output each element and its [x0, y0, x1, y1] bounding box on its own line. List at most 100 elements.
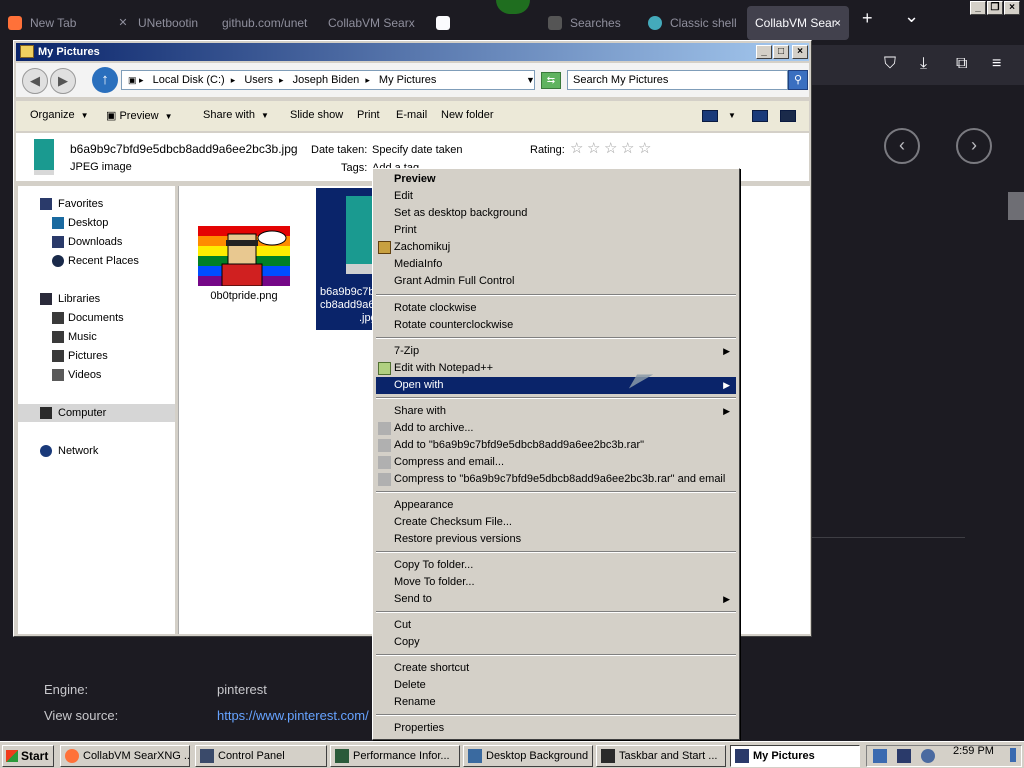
close-button[interactable]: × — [792, 45, 808, 59]
sidebar-item-network[interactable]: Network — [58, 445, 98, 457]
menu-item-compress-rar-email[interactable]: Compress to "b6a9b9c7bfd9e5dbcb8add9a6ee… — [376, 471, 736, 488]
preview-button[interactable]: ▣ Preview ▼ — [106, 109, 173, 122]
menu-item-checksum[interactable]: Create Checksum File... — [376, 514, 736, 531]
menu-item-zachomikuj[interactable]: Zachomikuj — [376, 239, 736, 256]
menu-item-grant-admin[interactable]: Grant Admin Full Control — [376, 273, 736, 290]
slide-show-button[interactable]: Slide show — [290, 109, 343, 121]
browser-tab[interactable]: Classic shell — [640, 6, 742, 40]
menu-item-properties[interactable]: Properties — [376, 720, 736, 737]
views-dropdown-icon[interactable]: ▼ — [728, 109, 736, 121]
crumb-my-pictures[interactable]: My Pictures — [379, 74, 436, 86]
taskbar-item-my-pictures[interactable]: My Pictures — [730, 745, 860, 767]
browser-tab[interactable]: Searches — [540, 6, 640, 40]
menu-item-mediainfo[interactable]: MediaInfo — [376, 256, 736, 273]
menu-item-rename[interactable]: Rename — [376, 694, 736, 711]
menu-item-restore-versions[interactable]: Restore previous versions — [376, 531, 736, 548]
menu-item-cut[interactable]: Cut — [376, 617, 736, 634]
email-button[interactable]: E-mail — [396, 109, 427, 121]
source-link[interactable]: https://www.pinterest.com/ — [217, 708, 369, 723]
tab-list-button[interactable]: ⌄ — [904, 6, 919, 27]
sidebar-item-videos[interactable]: Videos — [68, 369, 101, 381]
print-button[interactable]: Print — [357, 109, 380, 121]
download-icon[interactable]: ⤓ — [920, 55, 927, 73]
minimize-button[interactable]: _ — [756, 45, 772, 59]
menu-item-copy[interactable]: Copy — [376, 634, 736, 651]
menu-item-add-to-rar[interactable]: Add to "b6a9b9c7bfd9e5dbcb8add9a6ee2bc3b… — [376, 437, 736, 454]
menu-item-create-shortcut[interactable]: Create shortcut — [376, 660, 736, 677]
menu-item-7zip[interactable]: 7-Zip ▶ — [376, 343, 736, 360]
address-input[interactable]: ▣ ▸ Local Disk (C:) ▸ Users ▸ Joseph Biden… — [121, 70, 535, 90]
restore-browser-button[interactable]: ❐ — [987, 1, 1003, 15]
browser-tab-active[interactable]: CollabVM Sear × — [747, 6, 849, 40]
clock[interactable]: 2:59 PM — [953, 745, 994, 757]
close-browser-button[interactable]: × — [1004, 1, 1020, 15]
search-input[interactable]: Search My Pictures — [567, 70, 788, 90]
crumb-users[interactable]: Users — [244, 74, 273, 86]
window-titlebar[interactable]: My Pictures _ □ × — [16, 43, 809, 61]
new-folder-button[interactable]: New folder — [441, 109, 494, 121]
browser-tab[interactable]: ✕ UNetbootin — [108, 6, 208, 40]
menu-item-appearance[interactable]: Appearance — [376, 497, 736, 514]
rating-star-icon[interactable]: ☆ — [570, 139, 583, 157]
menu-item-rotate-cw[interactable]: Rotate clockwise — [376, 300, 736, 317]
menu-item-print[interactable]: Print — [376, 222, 736, 239]
menu-item-open-with[interactable]: Open with ▶ — [376, 377, 736, 394]
sidebar-item-desktop[interactable]: Desktop — [68, 217, 108, 229]
up-button[interactable]: ↑ — [92, 67, 118, 93]
menu-item-rotate-ccw[interactable]: Rotate counterclockwise — [376, 317, 736, 334]
menu-item-share-with[interactable]: Share with ▶ — [376, 403, 736, 420]
menu-item-set-desktop-background[interactable]: Set as desktop background — [376, 205, 736, 222]
help-icon[interactable] — [780, 110, 796, 122]
menu-item-preview[interactable]: Preview — [376, 171, 736, 188]
file-item-pride[interactable] — [198, 226, 290, 287]
crumb-user[interactable]: Joseph Biden — [293, 74, 360, 86]
minimize-browser-button[interactable]: _ — [970, 1, 986, 15]
search-icon[interactable]: ⚲ — [788, 70, 808, 90]
sidebar-item-favorites[interactable]: Favorites — [58, 198, 103, 210]
sidebar-item-computer[interactable]: Computer — [58, 407, 106, 419]
file-item-selected[interactable]: b6a9b9c7b cb8add9a6 .jpg — [316, 188, 378, 330]
menu-item-move-to-folder[interactable]: Move To folder... — [376, 574, 736, 591]
share-with-button[interactable]: Share with ▼ — [203, 109, 269, 121]
sidebar-item-recent[interactable]: Recent Places — [68, 255, 139, 267]
menu-item-copy-to-folder[interactable]: Copy To folder... — [376, 557, 736, 574]
display-tray-icon[interactable] — [897, 749, 911, 763]
rating-star-icon[interactable]: ☆ — [604, 139, 617, 157]
sidebar-item-downloads[interactable]: Downloads — [68, 236, 122, 248]
taskbar-item-browser[interactable]: CollabVM SearXNG ... — [60, 745, 190, 767]
volume-tray-icon[interactable] — [921, 749, 935, 763]
taskbar-item-control-panel[interactable]: Control Panel — [195, 745, 327, 767]
organize-button[interactable]: Organize ▼ — [30, 109, 89, 121]
next-image-button[interactable]: › — [956, 128, 992, 164]
sidebar-item-libraries[interactable]: Libraries — [58, 293, 100, 305]
menu-item-send-to[interactable]: Send to ▶ — [376, 591, 736, 608]
crumb-local-disk[interactable]: Local Disk (C:) — [153, 74, 225, 86]
browser-tab[interactable]: New Tab — [0, 6, 100, 40]
taskbar-item-taskbar-start[interactable]: Taskbar and Start ... — [596, 745, 726, 767]
back-button[interactable]: ◀ — [22, 68, 48, 94]
refresh-button[interactable]: ⇆ — [541, 72, 561, 89]
sidebar-item-documents[interactable]: Documents — [68, 312, 124, 324]
browser-tab[interactable]: github.com/unet — [214, 6, 316, 40]
rating-star-icon[interactable]: ☆ — [638, 139, 651, 157]
page-scrollbar[interactable] — [1008, 192, 1024, 220]
taskbar-item-performance[interactable]: Performance Infor... — [330, 745, 460, 767]
menu-icon[interactable]: ≡ — [992, 55, 1001, 73]
rating-star-icon[interactable]: ☆ — [587, 139, 600, 157]
menu-item-delete[interactable]: Delete — [376, 677, 736, 694]
file-name-pride[interactable]: 0b0tpride.png — [193, 290, 295, 302]
menu-item-notepad-plus[interactable]: Edit with Notepad++ — [376, 360, 736, 377]
extensions-icon[interactable]: ⧉ — [956, 55, 967, 73]
prev-image-button[interactable]: ‹ — [884, 128, 920, 164]
start-button[interactable]: Start — [2, 745, 54, 767]
browser-tab[interactable]: CollabVM Searx — [320, 6, 420, 40]
taskbar-item-desktop-background[interactable]: Desktop Background — [463, 745, 593, 767]
sidebar-item-pictures[interactable]: Pictures — [68, 350, 108, 362]
menu-item-compress-email[interactable]: Compress and email... — [376, 454, 736, 471]
preview-pane-icon[interactable] — [752, 110, 768, 122]
sidebar-item-music[interactable]: Music — [68, 331, 97, 343]
show-desktop-button[interactable] — [1010, 748, 1016, 762]
close-tab-icon[interactable]: × — [834, 6, 841, 40]
menu-item-edit[interactable]: Edit — [376, 188, 736, 205]
views-icon[interactable] — [702, 110, 718, 122]
